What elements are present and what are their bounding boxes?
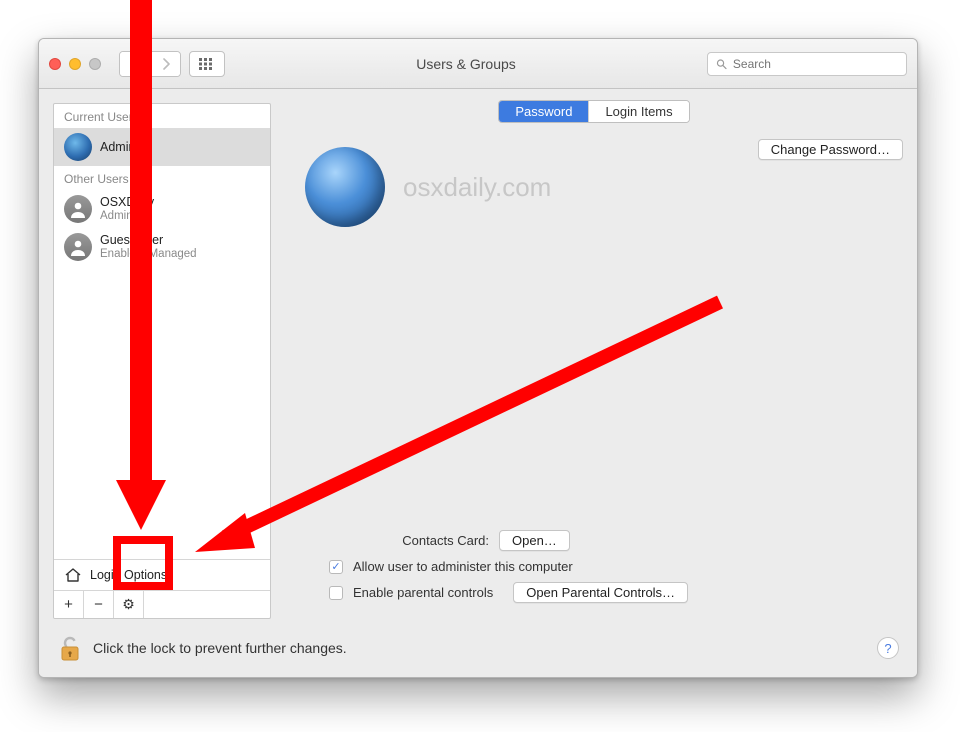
window-title: Users & Groups xyxy=(233,56,699,72)
user-avatar-large[interactable] xyxy=(305,147,385,227)
sidebar-action-bar: + − ⚙ xyxy=(54,590,270,618)
open-parental-controls-button[interactable]: Open Parental Controls… xyxy=(513,582,688,603)
gear-icon: ⚙ xyxy=(122,596,135,613)
unlocked-lock-icon xyxy=(57,633,83,663)
user-row-osxdaily[interactable]: OSXDaily Admin xyxy=(54,190,270,228)
preferences-window: Users & Groups Current User Admin Other … xyxy=(38,38,918,678)
section-other-users: Other Users xyxy=(54,166,270,190)
plus-icon: + xyxy=(64,596,73,613)
footer: Click the lock to prevent further change… xyxy=(39,619,917,677)
add-user-button[interactable]: + xyxy=(54,591,84,618)
user-actions-button[interactable]: ⚙ xyxy=(114,591,144,618)
admin-checkbox-label: Allow user to administer this computer xyxy=(353,559,573,574)
section-current-user: Current User xyxy=(54,104,270,128)
tab-login-items[interactable]: Login Items xyxy=(588,101,688,122)
show-all-button[interactable] xyxy=(189,51,225,77)
user-name: Guest User xyxy=(100,233,197,247)
user-role: Enabled, Managed xyxy=(100,248,197,261)
minus-icon: − xyxy=(94,596,103,613)
watermark-text: osxdaily.com xyxy=(403,172,551,203)
user-settings-form: Contacts Card: Open… Allow user to admin… xyxy=(289,522,903,611)
user-name: OSXDaily xyxy=(100,195,154,209)
avatar-generic-icon xyxy=(64,195,92,223)
search-icon xyxy=(716,58,727,70)
chevron-left-icon xyxy=(130,58,140,70)
search-field[interactable] xyxy=(707,52,907,76)
change-password-button[interactable]: Change Password… xyxy=(758,139,903,160)
remove-user-button[interactable]: − xyxy=(84,591,114,618)
contacts-card-label: Contacts Card: xyxy=(289,533,489,548)
nav-segmented xyxy=(119,51,181,77)
main-pane: Password Login Items osxdaily.com Change… xyxy=(285,103,903,619)
parental-checkbox[interactable] xyxy=(329,586,343,600)
zoom-button[interactable] xyxy=(89,58,101,70)
help-button[interactable]: ? xyxy=(877,637,899,659)
forward-button[interactable] xyxy=(150,52,180,76)
search-input[interactable] xyxy=(733,57,898,71)
window-controls xyxy=(49,58,101,70)
close-button[interactable] xyxy=(49,58,61,70)
toolbar: Users & Groups xyxy=(39,39,917,89)
user-role: Admin xyxy=(100,210,154,223)
login-options-label: Login Options xyxy=(90,568,167,582)
minimize-button[interactable] xyxy=(69,58,81,70)
grid-icon xyxy=(199,58,215,70)
tab-password[interactable]: Password xyxy=(499,101,588,122)
user-sidebar: Current User Admin Other Users OSXDaily … xyxy=(53,103,271,619)
tab-bar: Password Login Items xyxy=(285,100,903,123)
admin-checkbox[interactable] xyxy=(329,560,343,574)
chevron-right-icon xyxy=(161,58,171,70)
lock-hint-text: Click the lock to prevent further change… xyxy=(93,640,347,656)
user-row-admin[interactable]: Admin xyxy=(54,128,270,166)
avatar-earth-icon xyxy=(64,133,92,161)
user-row-guest[interactable]: Guest User Enabled, Managed xyxy=(54,228,270,266)
user-name: Admin xyxy=(100,140,135,154)
login-options-row[interactable]: Login Options xyxy=(54,559,270,590)
parental-checkbox-label: Enable parental controls xyxy=(353,585,493,600)
back-button[interactable] xyxy=(120,52,150,76)
window-body: Current User Admin Other Users OSXDaily … xyxy=(39,89,917,619)
open-contacts-button[interactable]: Open… xyxy=(499,530,570,551)
lock-button[interactable] xyxy=(57,633,83,663)
avatar-generic-icon xyxy=(64,233,92,261)
house-icon xyxy=(64,567,82,583)
